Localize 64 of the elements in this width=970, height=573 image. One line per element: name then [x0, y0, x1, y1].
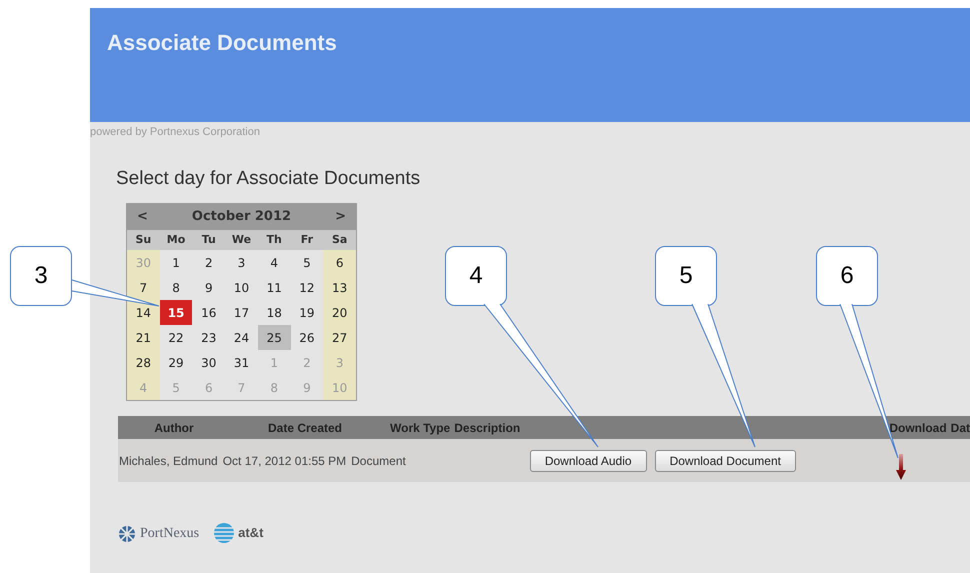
globe-logo-icon [213, 522, 236, 544]
weekday-label: Mo [166, 232, 186, 248]
weekday-label: Su [134, 232, 152, 248]
weekday-label: We [230, 232, 252, 248]
calendar-day[interactable]: 27 [323, 325, 356, 350]
column-header: Dat [950, 420, 970, 436]
column-header: Download [889, 420, 947, 436]
calendar-day[interactable]: 20 [323, 300, 356, 325]
weekday-label: Sa [330, 232, 348, 248]
calendar-day[interactable]: 17 [225, 300, 258, 325]
calendar-day[interactable]: 16 [192, 300, 226, 325]
date-cell-text: Oct 17, 2012 01:55 PM [222, 452, 346, 470]
calendar-day[interactable]: 4 [258, 250, 291, 275]
callout-box: 6 [816, 246, 878, 306]
calendar-day[interactable]: 10 [225, 275, 258, 300]
calendar-day[interactable]: 3 [225, 250, 258, 275]
portnexus-logo-text: PortNexus [140, 524, 200, 542]
calendar-day[interactable]: 6 [323, 250, 356, 275]
calendar-day[interactable]: 15 [160, 300, 192, 325]
column-header: Date Created [266, 420, 344, 436]
calendar-day[interactable]: 19 [290, 300, 324, 325]
calendar-day[interactable]: 14 [127, 300, 160, 325]
author-cell-text: Michales, Edmund [119, 452, 218, 470]
calendar-day[interactable]: 26 [290, 325, 324, 350]
calendar-day[interactable]: 22 [160, 325, 192, 350]
calendar-day[interactable]: 5 [290, 250, 324, 275]
starburst-logo-icon [116, 523, 138, 543]
calendar-day[interactable]: 23 [192, 325, 226, 350]
work-type-cell-text: Document [351, 452, 406, 470]
calendar-day[interactable]: 31 [225, 350, 258, 375]
calendar-day[interactable]: 8 [160, 275, 192, 300]
calendar-day[interactable]: 28 [127, 350, 160, 375]
calendar-day[interactable]: 13 [323, 275, 356, 300]
download-button[interactable]: Download Document [654, 450, 796, 472]
calendar-day[interactable]: 12 [290, 275, 324, 300]
next-month-button[interactable]: > [335, 207, 346, 227]
month-label: October 2012 [192, 208, 292, 226]
download-button[interactable]: Download Audio [530, 450, 647, 472]
weekday-label: Fr [300, 232, 314, 248]
column-header: Work Type [390, 420, 450, 436]
page-title: Associate Documents [107, 29, 338, 57]
section-heading: Select day for Associate Documents [116, 166, 422, 190]
calendar-day[interactable]: 7 [127, 275, 160, 300]
calendar-day[interactable]: 18 [258, 300, 291, 325]
calendar-day[interactable]: 29 [160, 350, 192, 375]
calendar-day[interactable]: 11 [258, 275, 291, 300]
previous-month-button[interactable]: < [137, 207, 148, 227]
weekday-label: Th [266, 232, 283, 248]
callout-box: 4 [445, 246, 507, 306]
calendar-day[interactable]: 2 [192, 250, 226, 275]
calendar-day[interactable]: 25 [258, 325, 291, 350]
download-arrow-icon[interactable] [896, 454, 906, 480]
calendar-day[interactable]: 9 [192, 275, 226, 300]
column-header: Description [454, 420, 520, 436]
calendar-day[interactable]: 21 [127, 325, 160, 350]
weekday-label: Tu [200, 232, 217, 248]
calendar-day[interactable]: 24 [225, 325, 258, 350]
powered-by-text: powered by Portnexus Corporation [90, 125, 261, 140]
calendar-day[interactable]: 30 [192, 350, 226, 375]
callout-box: 3 [10, 246, 72, 306]
att-logo-text: at&t [238, 524, 264, 542]
column-header: Author [153, 420, 195, 436]
callout-box: 5 [655, 246, 717, 306]
calendar-day[interactable]: 1 [160, 250, 192, 275]
